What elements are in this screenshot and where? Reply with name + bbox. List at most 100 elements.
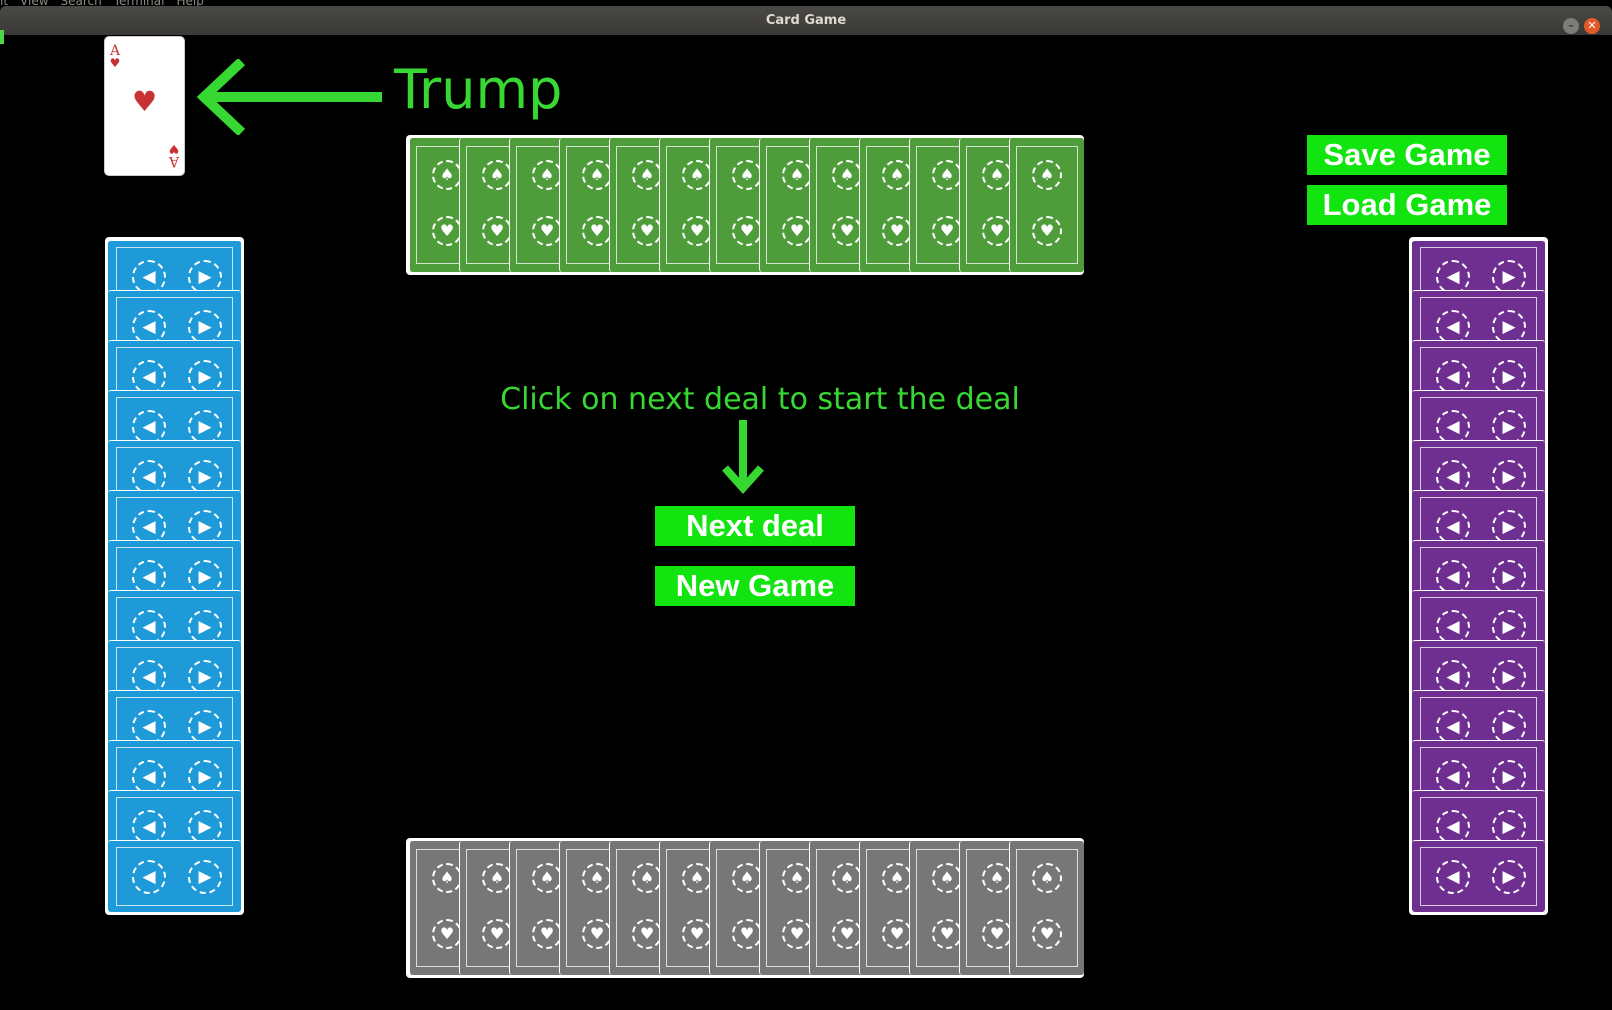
left-ornament-icon: ◀ bbox=[132, 510, 166, 544]
heart-ornament-icon: ♥ bbox=[782, 919, 812, 949]
north-hand: ♠ ♥ ♠ ♥ ♠ ♥ ♠ ♥ ♠ ♥ ♠ ♥ ♠ ♥ ♠ ♥ ♠ ♥ ♠ ♥ ♠ ♥ ♠ ♥ ♠ ♥ bbox=[406, 135, 1084, 275]
left-ornament-icon: ◀ bbox=[1436, 410, 1470, 444]
spade-ornament-icon: ♠ bbox=[982, 863, 1012, 893]
spade-ornament-icon: ♠ bbox=[732, 160, 762, 190]
spade-ornament-icon: ♠ bbox=[682, 160, 712, 190]
heart-ornament-icon: ♥ bbox=[532, 216, 562, 246]
right-ornament-icon: ▶ bbox=[1492, 310, 1526, 344]
heart-ornament-icon: ♥ bbox=[932, 216, 962, 246]
instruction-text: Click on next deal to start the deal bbox=[500, 382, 1020, 417]
left-ornament-icon: ◀ bbox=[1436, 460, 1470, 494]
left-ornament-icon: ◀ bbox=[132, 460, 166, 494]
left-ornament-icon: ◀ bbox=[1436, 560, 1470, 594]
right-ornament-icon: ▶ bbox=[1492, 560, 1526, 594]
heart-ornament-icon: ♥ bbox=[782, 216, 812, 246]
heart-ornament-icon: ♥ bbox=[482, 919, 512, 949]
trump-label: Trump bbox=[394, 58, 563, 121]
left-ornament-icon: ◀ bbox=[1436, 810, 1470, 844]
heart-ornament-icon: ♥ bbox=[632, 919, 662, 949]
heart-ornament-icon: ♥ bbox=[732, 216, 762, 246]
right-ornament-icon: ▶ bbox=[188, 510, 222, 544]
spade-ornament-icon: ♠ bbox=[532, 863, 562, 893]
spade-ornament-icon: ♠ bbox=[582, 863, 612, 893]
right-ornament-icon: ▶ bbox=[1492, 360, 1526, 394]
spade-ornament-icon: ♠ bbox=[432, 160, 462, 190]
spade-ornament-icon: ♠ bbox=[1032, 863, 1062, 893]
right-ornament-icon: ▶ bbox=[1492, 810, 1526, 844]
left-ornament-icon: ◀ bbox=[1436, 260, 1470, 294]
right-ornament-icon: ▶ bbox=[1492, 860, 1526, 894]
spade-ornament-icon: ♠ bbox=[432, 863, 462, 893]
game-window: it View Search Terminal Help Card Game – ✕ A… bbox=[0, 0, 1612, 1010]
right-ornament-icon: ▶ bbox=[188, 260, 222, 294]
left-ornament-icon: ◀ bbox=[1436, 360, 1470, 394]
close-icon[interactable]: ✕ bbox=[1584, 18, 1600, 34]
right-ornament-icon: ▶ bbox=[188, 810, 222, 844]
left-ornament-icon: ◀ bbox=[132, 660, 166, 694]
right-ornament-icon: ▶ bbox=[1492, 460, 1526, 494]
spade-ornament-icon: ♠ bbox=[882, 863, 912, 893]
left-ornament-icon: ◀ bbox=[132, 310, 166, 344]
next-deal-button[interactable]: Next deal bbox=[655, 506, 855, 546]
new-game-button[interactable]: New Game bbox=[655, 566, 855, 606]
trump-card: A ♥ ♥ A ♥ bbox=[105, 37, 184, 175]
heart-ornament-icon: ♥ bbox=[582, 216, 612, 246]
trump-card-corner-bottom: A ♥ bbox=[167, 142, 181, 169]
spade-ornament-icon: ♠ bbox=[782, 863, 812, 893]
right-ornament-icon: ▶ bbox=[188, 610, 222, 644]
spade-ornament-icon: ♠ bbox=[532, 160, 562, 190]
left-ornament-icon: ◀ bbox=[1436, 510, 1470, 544]
right-ornament-icon: ▶ bbox=[188, 360, 222, 394]
spade-ornament-icon: ♠ bbox=[932, 160, 962, 190]
west-hand: ◀ ▶ ◀ ▶ ◀ ▶ ◀ ▶ ◀ ▶ ◀ ▶ ◀ ▶ ◀ ▶ ◀ ▶ ◀ ▶ ◀ ▶ ◀ ▶ ◀ ▶ bbox=[105, 237, 244, 915]
left-ornament-icon: ◀ bbox=[132, 760, 166, 794]
right-ornament-icon: ▶ bbox=[188, 410, 222, 444]
heart-ornament-icon: ♥ bbox=[432, 216, 462, 246]
right-ornament-icon: ▶ bbox=[188, 460, 222, 494]
card-back[interactable]: ◀ ▶ bbox=[1412, 840, 1545, 912]
spade-ornament-icon: ♠ bbox=[832, 160, 862, 190]
heart-ornament-icon: ♥ bbox=[882, 216, 912, 246]
heart-ornament-icon: ♥ bbox=[732, 919, 762, 949]
left-ornament-icon: ◀ bbox=[132, 860, 166, 894]
title-bar[interactable]: Card Game – ✕ bbox=[0, 6, 1612, 35]
heart-icon: ♥ bbox=[109, 56, 121, 70]
heart-ornament-icon: ♥ bbox=[1032, 919, 1062, 949]
right-ornament-icon: ▶ bbox=[1492, 260, 1526, 294]
heart-ornament-icon: ♥ bbox=[932, 919, 962, 949]
right-ornament-icon: ▶ bbox=[1492, 410, 1526, 444]
spade-ornament-icon: ♠ bbox=[582, 160, 612, 190]
east-hand: ◀ ▶ ◀ ▶ ◀ ▶ ◀ ▶ ◀ ▶ ◀ ▶ ◀ ▶ ◀ ▶ ◀ ▶ ◀ ▶ ◀ ▶ ◀ ▶ ◀ ▶ bbox=[1409, 237, 1548, 915]
right-ornament-icon: ▶ bbox=[188, 760, 222, 794]
right-ornament-icon: ▶ bbox=[188, 710, 222, 744]
heart-ornament-icon: ♥ bbox=[582, 919, 612, 949]
left-ornament-icon: ◀ bbox=[1436, 660, 1470, 694]
right-ornament-icon: ▶ bbox=[188, 660, 222, 694]
heart-ornament-icon: ♥ bbox=[832, 216, 862, 246]
spade-ornament-icon: ♠ bbox=[1032, 160, 1062, 190]
right-ornament-icon: ▶ bbox=[188, 860, 222, 894]
left-ornament-icon: ◀ bbox=[132, 710, 166, 744]
card-back[interactable]: ♠ ♥ bbox=[1009, 138, 1084, 272]
left-ornament-icon: ◀ bbox=[132, 560, 166, 594]
spade-ornament-icon: ♠ bbox=[782, 160, 812, 190]
right-ornament-icon: ▶ bbox=[1492, 710, 1526, 744]
heart-icon: ♥ bbox=[131, 85, 158, 118]
heart-ornament-icon: ♥ bbox=[682, 216, 712, 246]
right-ornament-icon: ▶ bbox=[1492, 610, 1526, 644]
spade-ornament-icon: ♠ bbox=[632, 863, 662, 893]
load-game-button[interactable]: Load Game bbox=[1307, 185, 1507, 225]
south-hand: ♠ ♥ ♠ ♥ ♠ ♥ ♠ ♥ ♠ ♥ ♠ ♥ ♠ ♥ ♠ ♥ ♠ ♥ ♠ ♥ ♠ ♥ ♠ ♥ ♠ ♥ bbox=[406, 838, 1084, 978]
spade-ornament-icon: ♠ bbox=[982, 160, 1012, 190]
minimize-icon[interactable]: – bbox=[1563, 18, 1579, 34]
terminal-edge bbox=[0, 30, 4, 44]
window-title: Card Game bbox=[765, 13, 847, 28]
spade-ornament-icon: ♠ bbox=[482, 160, 512, 190]
heart-ornament-icon: ♥ bbox=[832, 919, 862, 949]
save-game-button[interactable]: Save Game bbox=[1307, 135, 1507, 175]
right-ornament-icon: ▶ bbox=[188, 310, 222, 344]
heart-ornament-icon: ♥ bbox=[482, 216, 512, 246]
card-back[interactable]: ♠ ♥ bbox=[1009, 841, 1084, 975]
spade-ornament-icon: ♠ bbox=[482, 863, 512, 893]
card-back[interactable]: ◀ ▶ bbox=[108, 840, 241, 912]
